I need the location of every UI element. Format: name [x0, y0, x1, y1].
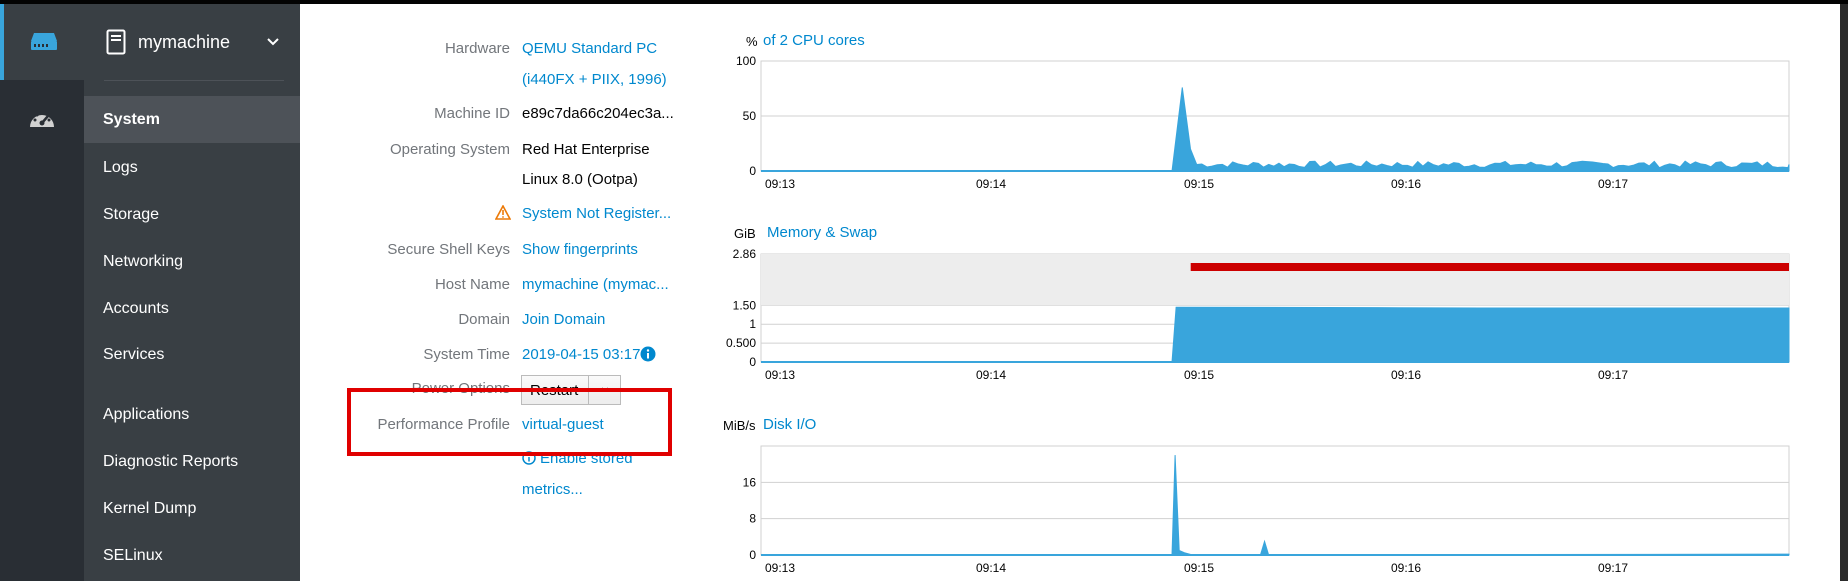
memory-x-tick: 09:13: [765, 368, 795, 382]
nav-item-services[interactable]: Services: [84, 331, 300, 378]
cpu-x-tick: 09:16: [1391, 177, 1421, 191]
nav-item-accounts[interactable]: Accounts: [84, 285, 300, 332]
nav-divider: [104, 80, 284, 81]
nav-item-selinux[interactable]: SELinux: [84, 532, 300, 579]
nav-item-networking[interactable]: Networking: [84, 238, 300, 285]
cpu-y-tick: 50: [743, 109, 757, 123]
memory-x-tick: 09:15: [1184, 368, 1214, 382]
swap-band: [761, 254, 1789, 306]
memory-y-tick: 2.86: [733, 247, 757, 261]
nav-item-diagnostic-reports[interactable]: Diagnostic Reports: [84, 438, 300, 485]
disk-y-tick: 8: [749, 512, 756, 526]
memory-y-tick: 0: [749, 355, 756, 369]
memory-y-tick: 1.50: [733, 298, 757, 312]
window-right-edge: [1840, 4, 1848, 581]
machine-selector[interactable]: mymachine: [84, 4, 300, 80]
disk-y-tick: 0: [749, 548, 756, 562]
memory-x-tick: 09:14: [976, 368, 1006, 382]
nav-item-storage[interactable]: Storage: [84, 191, 300, 238]
cpu-x-tick: 09:17: [1598, 177, 1628, 191]
performance-charts: 10050009:13 09:14 09:15 09:16 09:172.861.501…: [726, 54, 1790, 575]
system-overview: Hardware QEMU Standard PC (i440FX + PIIX…: [300, 4, 1840, 581]
disk-plot-frame: [760, 445, 1790, 556]
server-icon: [31, 33, 57, 50]
chevron-down-icon: [267, 38, 279, 46]
cpu-x-tick: 09:15: [1184, 177, 1214, 191]
disk-x-tick: 09:14: [976, 561, 1006, 575]
memory-x-tick: 09:17: [1598, 368, 1628, 382]
disk-x-tick: 09:15: [1184, 561, 1214, 575]
memory-y-tick: 1: [749, 317, 756, 331]
disk-x-tick: 09:17: [1598, 561, 1628, 575]
nav-item-applications[interactable]: Applications: [84, 391, 300, 438]
cpu-x-tick: 09:14: [976, 177, 1006, 191]
cockpit-screen: mymachine System Logs Storage Networking…: [0, 0, 1848, 581]
machine-name: mymachine: [138, 31, 231, 52]
nav-item-system[interactable]: System: [84, 96, 300, 143]
memory-y-tick: 0.500: [726, 336, 756, 350]
nav-item-logs[interactable]: Logs: [84, 144, 300, 191]
document-icon: [106, 29, 126, 55]
disk-x-tick: 09:13: [765, 561, 795, 575]
cpu-y-tick: 0: [749, 164, 756, 178]
system-navigation: mymachine System Logs Storage Networking…: [84, 4, 300, 581]
swap-usage-bar: [1190, 263, 1789, 271]
disk-x-tick: 09:16: [1391, 561, 1421, 575]
memory-x-tick: 09:16: [1391, 368, 1421, 382]
cpu-x-tick: 09:13: [765, 177, 795, 191]
host-switcher: [0, 4, 84, 581]
host-machine-button[interactable]: [0, 4, 84, 80]
nav-item-kernel-dump[interactable]: Kernel Dump: [84, 485, 300, 532]
dashboard-gauge-icon: [30, 111, 54, 127]
disk-y-tick: 16: [743, 475, 757, 489]
dashboard-button[interactable]: [0, 85, 84, 153]
cpu-y-tick: 100: [736, 54, 756, 68]
